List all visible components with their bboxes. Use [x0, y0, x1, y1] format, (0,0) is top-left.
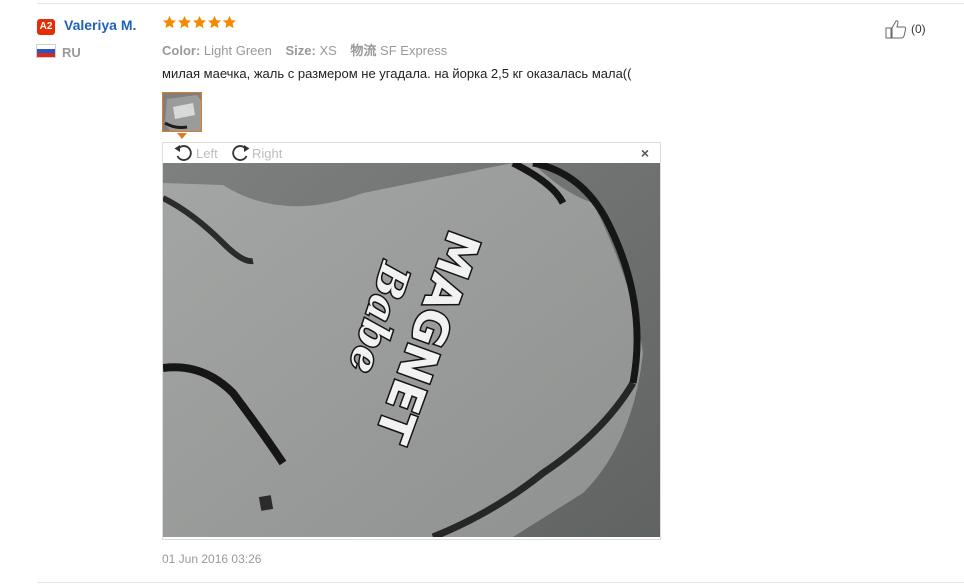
photo-viewer: Left Right × MAGNET Babe [162, 142, 661, 540]
star-icon [178, 15, 191, 29]
thumbs-up-icon [885, 20, 907, 39]
attr-value-shipping: SF Express [380, 43, 448, 58]
top-divider [37, 3, 964, 4]
close-viewer-button[interactable]: × [641, 145, 649, 161]
order-attributes: Color: Light Green Size: XS 物流 SF Expres… [162, 40, 457, 59]
bottom-divider [37, 582, 964, 583]
reviewer-name[interactable]: Valeriya M. [64, 17, 136, 33]
reviewer-country: RU [62, 45, 81, 60]
russia-flag-icon [37, 45, 55, 57]
rotate-left-button[interactable]: Left [173, 144, 218, 162]
review-photo: MAGNET Babe [163, 163, 660, 537]
attr-key-size: Size: [285, 43, 316, 58]
rotate-right-button[interactable]: Right [229, 144, 282, 162]
thumbnail-image [163, 93, 201, 131]
review-photo-thumbnail[interactable] [162, 92, 202, 132]
level-badge: A2 [37, 19, 55, 35]
attr-value-color: Light Green [203, 43, 272, 58]
rotate-right-label: Right [252, 145, 283, 161]
review-date: 01 Jun 2016 03:26 [162, 552, 262, 566]
helpful-count: (0) [911, 22, 926, 36]
star-icon [163, 15, 176, 29]
helpful-button[interactable]: (0) [885, 18, 926, 40]
attr-key-color: Color: [162, 43, 201, 58]
viewer-toolbar: Left Right × [163, 143, 660, 163]
review-text: милая маечка, жаль с размером не угадала… [162, 66, 632, 81]
star-icon [193, 15, 206, 29]
thumbnail-pointer [177, 133, 187, 139]
dog-shirt-image: MAGNET Babe [163, 163, 660, 537]
rotate-right-icon [232, 145, 250, 161]
rotate-left-label: Left [196, 145, 218, 161]
attr-key-shipping: 物流 [350, 43, 377, 58]
rotate-left-icon [174, 145, 192, 161]
star-rating [162, 15, 237, 33]
attr-value-size: XS [319, 43, 337, 58]
star-icon [208, 15, 221, 29]
star-icon [223, 15, 236, 29]
